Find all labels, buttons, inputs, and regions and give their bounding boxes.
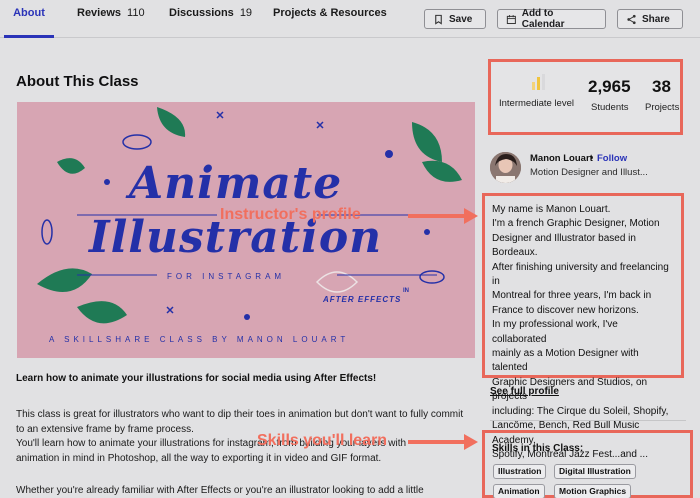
tab-reviews[interactable]: Reviews 110 [77, 0, 145, 38]
divider [490, 420, 686, 421]
tab-projects-resources[interactable]: Projects & Resources [273, 0, 387, 38]
see-full-profile-link[interactable]: See full profile [490, 386, 559, 397]
banner-after-effects: AFTER EFFECTS [323, 295, 402, 304]
description-line: This class is great for illustrators who… [16, 409, 464, 420]
class-stats: Intermediate level 2,965 Students 38 Pro… [488, 59, 683, 135]
save-label: Save [449, 13, 473, 25]
annotation-instructor-profile: Instructor's profile [220, 206, 361, 223]
banner-in: IN [403, 288, 409, 294]
level-bars-icon [532, 74, 545, 90]
bio-line: including: The Cirque du Soleil, Shopify… [492, 405, 669, 417]
bio-line: I'm a french Graphic Designer, Motion [492, 218, 660, 230]
tab-projects-label: Projects & Resources [273, 7, 387, 19]
instructor-role: Motion Designer and Illust... [530, 167, 648, 178]
tab-about-label: About [13, 7, 45, 19]
follow-button[interactable]: Follow [597, 153, 627, 164]
bio-line: My name is Manon Louart. [492, 204, 611, 215]
bio-line: After finishing university and freelanci… [492, 261, 669, 288]
projects-count: 38 [652, 77, 671, 96]
skills-panel: Skills in this Class: Illustration Digit… [482, 430, 693, 498]
instructor-bio: My name is Manon Louart. I'm a french Gr… [482, 193, 684, 460]
level-label: Intermediate level [499, 98, 574, 109]
skill-tag-digital-illustration[interactable]: Digital Illustration [554, 464, 636, 479]
tab-reviews-label: Reviews [77, 7, 122, 19]
tab-discussions[interactable]: Discussions 19 [169, 0, 252, 38]
banner-subtitle: A SKILLSHARE CLASS BY MANON LOUART [49, 335, 350, 344]
avatar[interactable] [490, 152, 521, 183]
share-label: Share [642, 13, 670, 25]
name-separator: • [590, 153, 594, 164]
projects-label: Projects [645, 102, 680, 113]
avatar-portrait [490, 152, 521, 183]
description-line: animation in mind in Photoshop, all the … [16, 452, 382, 464]
calendar-icon [506, 14, 516, 24]
bio-line: Montreal for three years, I'm back in [492, 290, 652, 302]
tab-about[interactable]: About [4, 0, 54, 38]
add-to-calendar-label: Add to Calendar [521, 8, 565, 30]
banner-for-instagram: FOR INSTAGRAM [167, 272, 286, 281]
add-to-calendar-button[interactable]: Add to Calendar [497, 8, 606, 30]
class-description-2: Whether you're already familiar with Aft… [16, 485, 424, 496]
share-button[interactable]: Share [617, 9, 683, 29]
tab-bar: About Reviews 110 Discussions 19 Projects … [0, 0, 700, 38]
students-count: 2,965 [588, 77, 631, 96]
bookmark-icon [435, 14, 442, 25]
bio-line: In my professional work, I've collaborat… [492, 319, 618, 345]
page-title: About This Class [16, 73, 139, 90]
bio-line: mainly as a Motion Designer with talente… [492, 348, 639, 374]
skills-title: Skills in this Class: [492, 443, 584, 454]
skill-tag-animation[interactable]: Animation [493, 484, 545, 498]
class-banner-image[interactable]: Animate Illustration FOR INSTAGRAM IN AF… [17, 102, 475, 358]
skill-tag-illustration[interactable]: Illustration [493, 464, 547, 479]
banner-title-animate: Animate [129, 158, 343, 209]
bio-line: Designer and Illustrator based in Bordea… [492, 232, 636, 259]
annotation-skills: Skills you'll learn [257, 432, 388, 449]
skill-tag-motion-graphics[interactable]: Motion Graphics [554, 484, 632, 498]
tab-discussions-count: 19 [239, 7, 253, 19]
tab-reviews-count: 110 [127, 7, 145, 19]
instructor-name[interactable]: Manon Louart [530, 153, 593, 164]
class-lead: Learn how to animate your illustrations … [16, 373, 377, 384]
arrow-right-icon [408, 434, 478, 450]
bio-line: France to discover new horizons. [492, 304, 639, 316]
students-label: Students [591, 102, 629, 113]
tab-discussions-label: Discussions [169, 7, 234, 19]
share-icon [627, 14, 636, 24]
arrow-right-icon [408, 208, 478, 224]
save-button[interactable]: Save [424, 9, 486, 29]
